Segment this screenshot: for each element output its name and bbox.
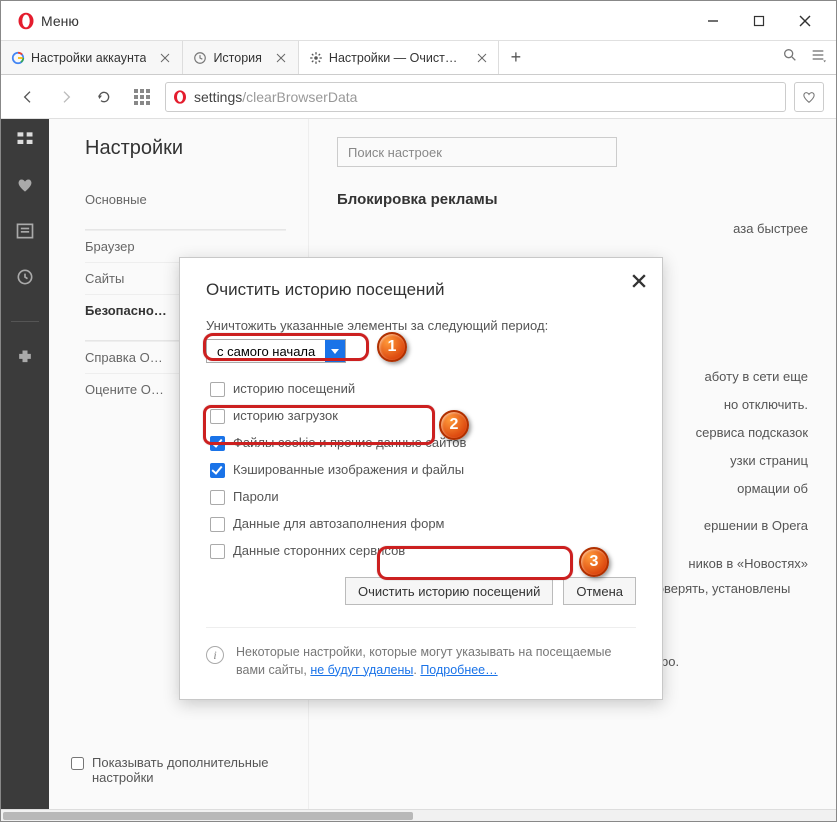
back-button[interactable]	[13, 82, 43, 112]
tab-label: Настройки аккаунта	[31, 51, 146, 65]
tabstrip: Настройки аккаунта История Настройки — О…	[1, 41, 836, 75]
extensions-icon[interactable]	[15, 348, 35, 368]
partial-text: аза быстрее	[337, 218, 808, 240]
adblock-heading: Блокировка рекламы	[337, 191, 808, 208]
clear-button[interactable]: Очистить историю посещений	[345, 577, 553, 605]
nav-basic[interactable]: Основные	[85, 184, 286, 215]
new-tab-button[interactable]: +	[499, 41, 533, 74]
modal-info: i Некоторые настройки, которые могут ука…	[206, 627, 636, 679]
news-icon[interactable]	[15, 221, 35, 241]
checkbox-checked-icon[interactable]	[210, 436, 225, 451]
info-icon: i	[206, 646, 224, 664]
bookmark-heart-button[interactable]	[794, 82, 824, 112]
modal-instruction: Уничтожить указанные элементы за следующ…	[206, 318, 636, 333]
tab-label: История	[213, 51, 261, 65]
reload-button[interactable]	[89, 82, 119, 112]
vertical-sidebar	[1, 119, 49, 811]
checkbox-empty-icon[interactable]	[210, 517, 225, 532]
clear-browsing-data-modal: Очистить историю посещений Уничтожить ук…	[179, 257, 663, 700]
horizontal-scrollbar[interactable]	[1, 809, 836, 821]
speed-dial-button[interactable]	[127, 82, 157, 112]
tab-close-icon[interactable]	[158, 51, 172, 65]
cancel-button[interactable]: Отмена	[563, 577, 636, 605]
forward-button[interactable]	[51, 82, 81, 112]
modal-title: Очистить историю посещений	[206, 280, 636, 300]
clock-icon	[193, 51, 207, 65]
tab-close-icon[interactable]	[476, 51, 488, 65]
address-text: settings/clearBrowserData	[194, 89, 357, 105]
opera-logo-icon	[17, 12, 35, 30]
info-link-not-deleted[interactable]: не будут удалены	[310, 663, 413, 677]
checkbox-checked-icon[interactable]	[210, 463, 225, 478]
gear-icon	[309, 51, 323, 65]
checkbox-empty-icon[interactable]	[210, 544, 225, 559]
close-window-button[interactable]	[782, 2, 828, 40]
tab-settings-clear[interactable]: Настройки — Очистить и…	[299, 41, 499, 74]
search-settings-input[interactable]: Поиск настроек	[337, 137, 617, 167]
tab-search-icon[interactable]	[782, 47, 798, 68]
modal-close-button[interactable]	[630, 272, 648, 290]
tab-close-icon[interactable]	[274, 51, 288, 65]
check-thirdparty[interactable]: Данные сторонних сервисов	[210, 543, 636, 559]
history-clock-icon[interactable]	[15, 267, 35, 287]
speed-dial-icon[interactable]	[15, 129, 35, 149]
tab-google-account[interactable]: Настройки аккаунта	[1, 41, 183, 74]
maximize-button[interactable]	[736, 2, 782, 40]
period-value: с самого начала	[207, 344, 325, 359]
check-cache[interactable]: Кэшированные изображения и файлы	[210, 462, 636, 478]
check-passwords[interactable]: Пароли	[210, 489, 636, 505]
google-icon	[11, 51, 25, 65]
checkbox-empty-icon[interactable]	[210, 382, 225, 397]
opera-menu-button[interactable]: Меню	[9, 8, 87, 34]
info-link-more[interactable]: Подробнее…	[420, 663, 497, 677]
tab-history[interactable]: История	[183, 41, 298, 74]
minimize-button[interactable]	[690, 2, 736, 40]
show-advanced-checkbox[interactable]: Показывать дополнительные настройки	[71, 755, 271, 785]
opera-o-icon	[172, 89, 188, 105]
titlebar: Меню	[1, 1, 836, 41]
checkbox-empty-icon[interactable]	[210, 409, 225, 424]
check-history[interactable]: историю посещений	[210, 381, 636, 397]
search-placeholder: Поиск настроек	[348, 145, 442, 160]
chevron-down-icon[interactable]	[325, 340, 345, 362]
check-downloads[interactable]: историю загрузок	[210, 408, 636, 424]
heart-icon[interactable]	[15, 175, 35, 195]
period-dropdown[interactable]: с самого начала	[206, 339, 346, 363]
check-autofill[interactable]: Данные для автозаполнения форм	[210, 516, 636, 532]
check-cookies[interactable]: Файлы cookie и прочие данные сайтов	[210, 435, 636, 451]
checkbox-input[interactable]	[71, 757, 84, 770]
address-row: settings/clearBrowserData	[1, 75, 836, 119]
checkbox-empty-icon[interactable]	[210, 490, 225, 505]
settings-title: Настройки	[85, 137, 286, 160]
address-bar[interactable]: settings/clearBrowserData	[165, 82, 786, 112]
tab-label: Настройки — Очистить и…	[329, 51, 464, 65]
tab-list-icon[interactable]	[810, 47, 826, 68]
menu-label: Меню	[41, 13, 79, 29]
scrollbar-thumb[interactable]	[3, 812, 413, 820]
show-advanced-label: Показывать дополнительные настройки	[92, 755, 271, 785]
